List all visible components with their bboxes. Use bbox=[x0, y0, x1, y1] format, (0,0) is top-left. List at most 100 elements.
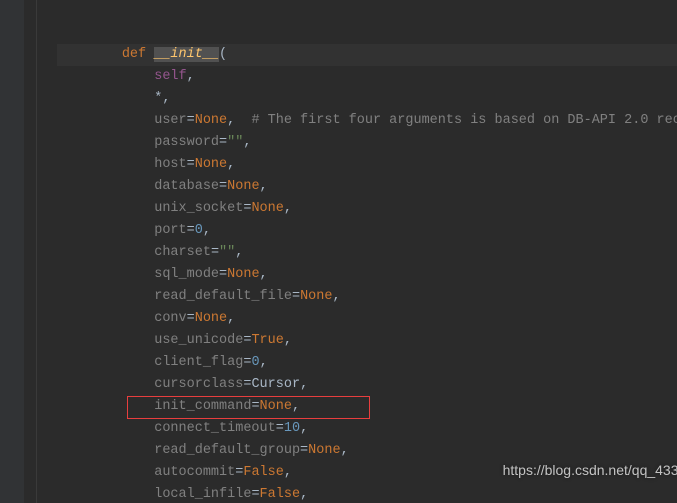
code-line[interactable]: conv=None, bbox=[57, 308, 677, 330]
code-token: cursorclass bbox=[154, 377, 243, 392]
code-token: , bbox=[260, 179, 268, 194]
code-line[interactable]: client_flag=0, bbox=[57, 352, 677, 374]
code-token bbox=[57, 179, 154, 194]
code-token bbox=[57, 113, 154, 128]
code-token: None bbox=[227, 267, 259, 282]
code-token bbox=[57, 91, 154, 106]
code-token: , bbox=[300, 421, 308, 436]
code-token: None bbox=[195, 311, 227, 326]
code-token: = bbox=[187, 223, 195, 238]
code-token: None bbox=[300, 289, 332, 304]
code-token: use_unicode bbox=[154, 333, 243, 348]
code-line[interactable]: local_infile=False, bbox=[57, 484, 677, 503]
code-line[interactable]: password="", bbox=[57, 132, 677, 154]
code-token: , bbox=[203, 223, 211, 238]
code-line[interactable]: connect_timeout=10, bbox=[57, 418, 677, 440]
code-token: , bbox=[235, 245, 243, 260]
code-token: , bbox=[187, 69, 195, 84]
code-token: , bbox=[243, 135, 251, 150]
code-token: autocommit bbox=[154, 465, 235, 480]
code-token bbox=[57, 333, 154, 348]
code-line[interactable]: user=None, # The first four arguments is… bbox=[57, 110, 677, 132]
code-token: "" bbox=[219, 245, 235, 260]
code-token: conv bbox=[154, 311, 186, 326]
code-token: , bbox=[227, 113, 251, 128]
code-token: charset bbox=[154, 245, 211, 260]
code-token bbox=[57, 69, 154, 84]
code-token bbox=[57, 487, 154, 502]
code-line[interactable]: port=0, bbox=[57, 220, 677, 242]
code-token: = bbox=[251, 399, 259, 414]
code-token: None bbox=[195, 113, 227, 128]
code-token bbox=[57, 245, 154, 260]
code-token: , bbox=[260, 355, 268, 370]
code-token: init_command bbox=[154, 399, 251, 414]
fold-strip bbox=[24, 0, 37, 503]
code-line[interactable]: read_default_file=None, bbox=[57, 286, 677, 308]
code-line[interactable]: init_command=None, bbox=[57, 396, 677, 418]
code-token bbox=[57, 443, 154, 458]
code-token: , bbox=[284, 465, 292, 480]
code-token bbox=[57, 311, 154, 326]
code-token: = bbox=[292, 289, 300, 304]
code-token bbox=[57, 47, 122, 62]
code-token: = bbox=[219, 179, 227, 194]
code-token: None bbox=[227, 179, 259, 194]
code-token: database bbox=[154, 179, 219, 194]
code-token: user bbox=[154, 113, 186, 128]
code-line[interactable]: cursorclass=Cursor, bbox=[57, 374, 677, 396]
line-number-gutter bbox=[0, 0, 24, 503]
code-token: read_default_group bbox=[154, 443, 300, 458]
code-token: = bbox=[187, 157, 195, 172]
code-token: = bbox=[211, 245, 219, 260]
code-line[interactable]: def __init__( bbox=[57, 44, 677, 66]
code-token: connect_timeout bbox=[154, 421, 276, 436]
code-token: , bbox=[332, 289, 340, 304]
code-line[interactable]: host=None, bbox=[57, 154, 677, 176]
code-token: 10 bbox=[284, 421, 300, 436]
code-token: , bbox=[341, 443, 349, 458]
code-token: , bbox=[300, 377, 308, 392]
code-line[interactable]: charset="", bbox=[57, 242, 677, 264]
code-token: = bbox=[187, 113, 195, 128]
code-token bbox=[57, 399, 154, 414]
code-area[interactable]: def __init__( self, *, user=None, # The … bbox=[37, 0, 677, 503]
code-line[interactable]: self, bbox=[57, 66, 677, 88]
code-token: , bbox=[227, 157, 235, 172]
code-token: = bbox=[219, 135, 227, 150]
code-token bbox=[57, 201, 154, 216]
code-line[interactable] bbox=[57, 22, 677, 44]
code-token: , bbox=[284, 201, 292, 216]
code-token bbox=[57, 135, 154, 150]
code-editor[interactable]: def __init__( self, *, user=None, # The … bbox=[0, 0, 677, 503]
code-token: unix_socket bbox=[154, 201, 243, 216]
code-line[interactable] bbox=[57, 0, 677, 22]
code-token: __init__ bbox=[154, 47, 219, 62]
code-token: None bbox=[260, 399, 292, 414]
code-line[interactable]: use_unicode=True, bbox=[57, 330, 677, 352]
code-token: def bbox=[122, 47, 154, 62]
code-token: local_infile bbox=[154, 487, 251, 502]
code-token: ( bbox=[219, 47, 227, 62]
code-token: = bbox=[251, 487, 259, 502]
code-token bbox=[57, 267, 154, 282]
code-token bbox=[57, 465, 154, 480]
code-token bbox=[57, 157, 154, 172]
code-token: , bbox=[227, 311, 235, 326]
code-token bbox=[57, 377, 154, 392]
code-token: # The first four arguments is based on D… bbox=[251, 113, 677, 128]
code-token: False bbox=[260, 487, 301, 502]
code-token: True bbox=[251, 333, 283, 348]
code-token: host bbox=[154, 157, 186, 172]
code-token: 0 bbox=[251, 355, 259, 370]
code-line[interactable]: unix_socket=None, bbox=[57, 198, 677, 220]
code-token: , bbox=[292, 399, 300, 414]
code-token: , bbox=[260, 267, 268, 282]
code-token: , bbox=[284, 333, 292, 348]
code-token bbox=[57, 289, 154, 304]
code-token: password bbox=[154, 135, 219, 150]
code-token bbox=[57, 223, 154, 238]
code-line[interactable]: database=None, bbox=[57, 176, 677, 198]
code-line[interactable]: *, bbox=[57, 88, 677, 110]
code-line[interactable]: sql_mode=None, bbox=[57, 264, 677, 286]
